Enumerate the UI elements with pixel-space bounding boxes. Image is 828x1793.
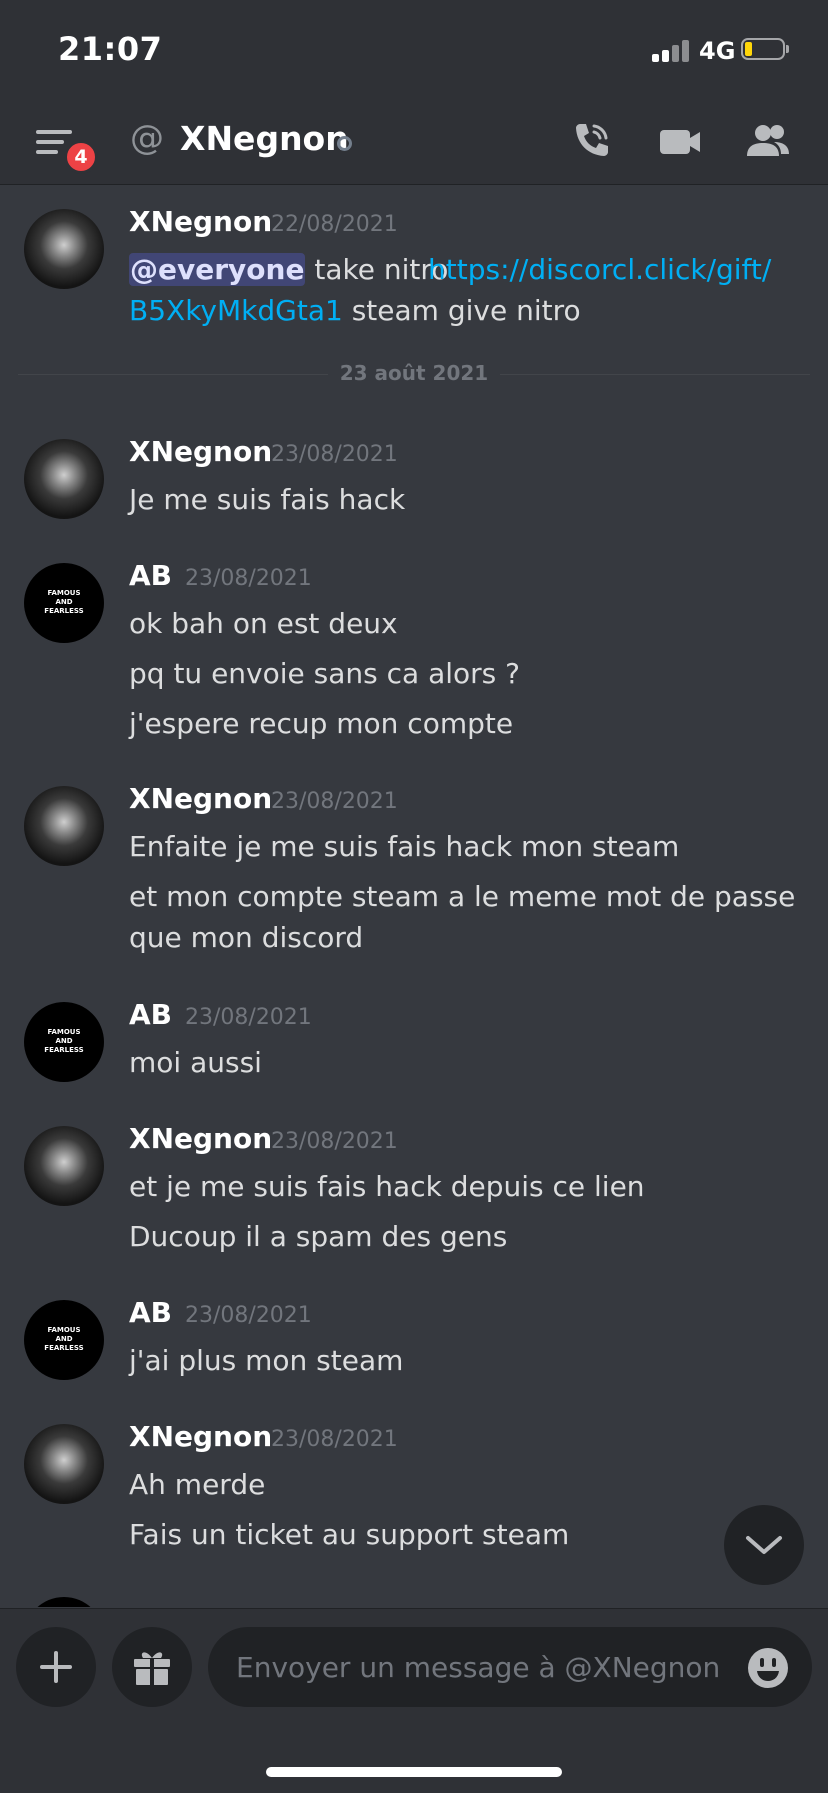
avatar[interactable]	[24, 439, 104, 519]
message-author[interactable]: XNegnon	[129, 1420, 272, 1453]
message-line: Ah merde	[129, 1468, 266, 1501]
jump-to-present-button[interactable]	[724, 1505, 804, 1585]
message-author[interactable]: XNegnon	[129, 1122, 272, 1155]
video-icon	[660, 130, 700, 154]
message-composer	[0, 1608, 828, 1793]
avatar[interactable]: FAMOUS AND FEARLESS	[24, 563, 104, 643]
avatar-logo-text: FAMOUS AND FEARLESS	[44, 589, 84, 615]
members-icon	[747, 125, 789, 156]
home-indicator[interactable]	[266, 1767, 562, 1777]
message-author[interactable]: AB	[129, 559, 172, 592]
message-timestamp: 23/08/2021	[271, 1129, 398, 1154]
message-group: XNegnon 23/08/2021 Enfaite je me suis fa…	[0, 762, 828, 962]
avatar[interactable]	[24, 786, 104, 866]
message-line: ok bah on est deux	[129, 607, 398, 640]
message-group: FAMOUS AND FEARLESS AB 23/08/2021 j'ai p…	[0, 1276, 828, 1386]
message-group: XNegnon 23/08/2021 Ah merde Fais un tick…	[0, 1400, 828, 1551]
message-author[interactable]: XNegnon	[129, 435, 272, 468]
emoji-button[interactable]	[747, 1647, 789, 1689]
message-input[interactable]	[208, 1627, 812, 1707]
message-timestamp: 23/08/2021	[185, 566, 312, 591]
message-author[interactable]: AB	[129, 998, 172, 1031]
message-author[interactable]: XNegnon	[129, 205, 272, 238]
status-bar: 21:07 4G	[0, 0, 828, 100]
gift-button[interactable]	[112, 1627, 192, 1707]
message-text: steam give nitro	[342, 294, 581, 327]
channel-title: XNegnon	[180, 119, 349, 158]
avatar[interactable]	[24, 1424, 104, 1504]
at-icon: @	[130, 118, 164, 158]
video-button[interactable]	[656, 120, 704, 164]
message-line: moi aussi	[129, 1046, 262, 1079]
message-timestamp: 23/08/2021	[185, 1005, 312, 1030]
message-author[interactable]: AB	[129, 1296, 172, 1329]
avatar[interactable]	[24, 1597, 104, 1607]
message-text: take nitro	[305, 253, 449, 286]
avatar[interactable]	[24, 1126, 104, 1206]
status-time: 21:07	[58, 30, 163, 68]
avatar-logo-text: FAMOUS AND FEARLESS	[44, 1028, 84, 1054]
message-line: et mon compte steam a le meme mot de pas…	[129, 880, 796, 954]
message-group: FAMOUS AND FEARLESS AB 23/08/2021 moi au…	[0, 978, 828, 1088]
call-button[interactable]	[568, 120, 616, 164]
message-line: j'ai plus mon steam	[129, 1344, 404, 1377]
date-divider-label: 23 août 2021	[328, 361, 500, 385]
menu-button[interactable]: 4	[36, 126, 100, 174]
message-timestamp: 22/08/2021	[271, 212, 398, 237]
message-group: XNegnon 23/08/2021 Je me suis fais hack	[0, 415, 828, 525]
message-link-continued[interactable]: B5XkyMkdGta1	[129, 294, 343, 327]
signal-icon	[652, 38, 692, 62]
message-line: pq tu envoie sans ca alors ?	[129, 657, 521, 690]
message-timestamp: 23/08/2021	[271, 789, 398, 814]
avatar[interactable]: FAMOUS AND FEARLESS	[24, 1002, 104, 1082]
emoji-icon	[748, 1648, 788, 1688]
presence-status-icon	[337, 136, 352, 151]
battery-icon	[741, 38, 789, 62]
channel-header: 4 @ XNegnon	[0, 100, 828, 185]
message-line: Enfaite je me suis fais hack mon steam	[129, 830, 680, 863]
message-group: FAMOUS AND FEARLESS AB 23/08/2021 ok bah…	[0, 539, 828, 740]
plus-icon	[40, 1651, 72, 1683]
network-type: 4G	[699, 37, 736, 65]
message-link-line: https://discorcl.click/gift/	[428, 249, 818, 290]
avatar-logo-text: FAMOUS AND FEARLESS	[44, 1326, 84, 1352]
members-button[interactable]	[744, 120, 792, 164]
message-timestamp: 23/08/2021	[271, 442, 398, 467]
message-timestamp: 23/08/2021	[271, 1427, 398, 1452]
message-author[interactable]: XNegnon	[129, 782, 272, 815]
call-icon	[576, 124, 608, 156]
unread-badge: 4	[64, 140, 98, 174]
gift-icon	[134, 1652, 170, 1685]
avatar[interactable]	[24, 209, 104, 289]
message-group: XNegnon 22/08/2021 @everyone take nitro …	[0, 185, 828, 335]
message-line: Ducoup il a spam des gens	[129, 1220, 508, 1253]
message-link[interactable]: https://discorcl.click/gift/	[428, 253, 771, 286]
message-group: XNegnon 23/08/2021 et je me suis fais ha…	[0, 1102, 828, 1253]
avatar[interactable]: FAMOUS AND FEARLESS	[24, 1300, 104, 1380]
message-line: et je me suis fais hack depuis ce lien	[129, 1170, 645, 1203]
message-line: Fais un ticket au support steam	[129, 1518, 570, 1551]
chevron-down-icon	[746, 1536, 782, 1554]
message-line: Je me suis fais hack	[129, 483, 406, 516]
message-list[interactable]: XNegnon 22/08/2021 @everyone take nitro …	[0, 185, 828, 1607]
message-line: j'espere recup mon compte	[129, 707, 514, 740]
mention-everyone[interactable]: @everyone	[129, 253, 306, 286]
message-content-continued: B5XkyMkdGta1 steam give nitro	[129, 290, 809, 331]
message-timestamp: 23/08/2021	[185, 1303, 312, 1328]
add-attachment-button[interactable]	[16, 1627, 96, 1707]
